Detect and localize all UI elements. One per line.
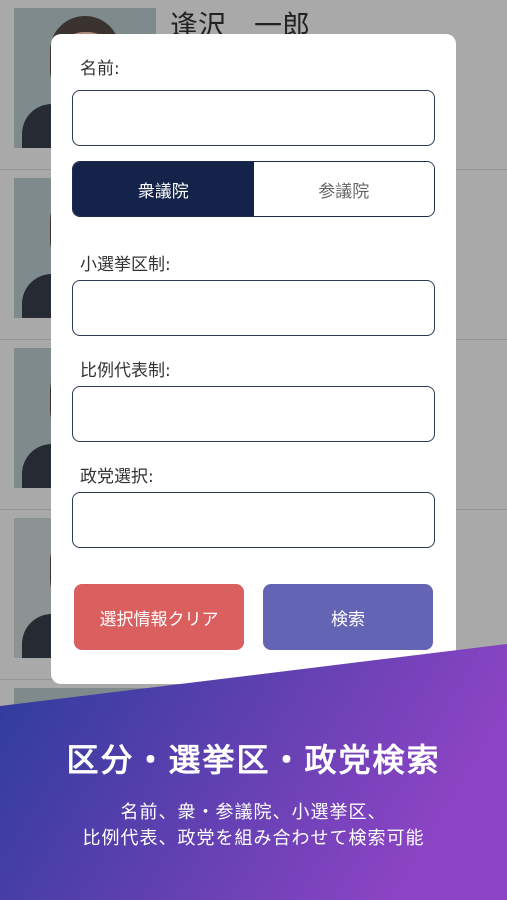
name-label: 名前: xyxy=(80,59,120,79)
banner-subtitle-line2: 比例代表、政党を組み合わせて検索可能 xyxy=(82,828,425,849)
name-field[interactable] xyxy=(72,90,435,146)
banner-subtitle-line1: 名前、衆・参議院、小選挙区、 xyxy=(120,802,387,823)
chamber-segmented-control: 衆議院 参議院 xyxy=(72,161,435,217)
chamber-option-upper-house[interactable]: 参議院 xyxy=(253,162,434,216)
district-label: 小選挙区制: xyxy=(80,255,171,275)
chamber-option-lower-house[interactable]: 衆議院 xyxy=(73,162,254,216)
district-field[interactable] xyxy=(72,280,435,336)
party-field[interactable] xyxy=(72,492,435,548)
proportional-label: 比例代表制: xyxy=(80,361,171,381)
promo-banner: 区分・選挙区・政党検索 名前、衆・参議院、小選挙区、 比例代表、政党を組み合わせ… xyxy=(0,640,507,900)
search-modal: 名前: 衆議院 参議院 小選挙区制: 比例代表制: 政党選択: 選択情報クリア … xyxy=(51,34,456,684)
banner-title: 区分・選挙区・政党検索 xyxy=(66,741,441,779)
proportional-field[interactable] xyxy=(72,386,435,442)
party-label: 政党選択: xyxy=(80,467,154,487)
